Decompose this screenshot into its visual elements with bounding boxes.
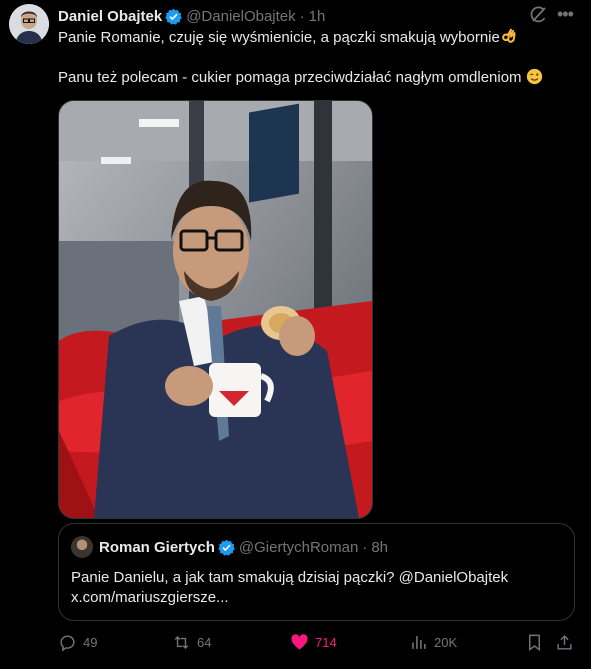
grok-icon[interactable] [528,5,548,25]
like-count: 714 [315,634,337,650]
tweet-text: Panie Romanie, czuję się wyśmienicie, a … [58,28,578,88]
reply-button[interactable]: 49 [58,630,97,654]
share-button[interactable] [555,630,580,654]
repost-count: 64 [197,634,212,650]
quote-text: Panie Danielu, a jak tam smakują dzisiaj… [71,568,561,608]
verified-badge-icon [165,8,183,25]
separator-dot: · [299,7,305,25]
quoted-tweet[interactable]: Roman Giertych @GiertychRoman · 8h Panie… [58,523,575,621]
tweet-actions: 49 64 714 20K [58,630,578,654]
author-avatar[interactable] [9,4,49,44]
more-icon[interactable]: ••• [557,5,577,25]
views-icon [412,635,426,649]
views-count: 20K [434,634,458,650]
repost-icon [174,635,189,649]
reply-count: 49 [83,634,98,650]
like-button[interactable]: 714 [290,630,337,654]
tweet-text-line1: Panie Romanie, czuję się wyśmienicie, a … [58,29,500,46]
verified-badge-icon [218,539,235,556]
reply-icon [60,635,75,651]
quote-text-line1: Panie Danielu, a jak tam smakują dzisiaj… [71,569,509,586]
quote-time: 8h [371,538,388,556]
wink-emoji [526,68,542,85]
author-handle[interactable]: @DanielObajtek [186,8,295,25]
views-button[interactable]: 20K [409,630,457,654]
share-icon [557,634,572,650]
author-name[interactable]: Daniel Obajtek [58,8,162,25]
tweet-time[interactable]: 1h [309,8,326,25]
quote-header: Roman Giertych @GiertychRoman · 8h [71,536,388,558]
repost-button[interactable]: 64 [172,630,211,654]
ok-hand-emoji [501,28,516,43]
quote-text-line2: x.com/mariuszgiersze... [71,589,229,606]
tweet-text-line2: Panu też polecam - cukier pomaga przeciw… [58,69,522,86]
bookmark-icon [529,634,540,651]
separator-dot: · [362,538,368,556]
tweet-photo[interactable] [58,100,373,519]
tweet-header: Daniel Obajtek @DanielObajtek · 1h [58,6,591,26]
bookmark-button[interactable] [525,630,550,654]
like-icon [291,633,308,650]
quote-author-avatar [71,536,93,558]
quote-author-handle: @GiertychRoman [238,538,359,556]
quote-author-name: Roman Giertych [99,538,215,556]
